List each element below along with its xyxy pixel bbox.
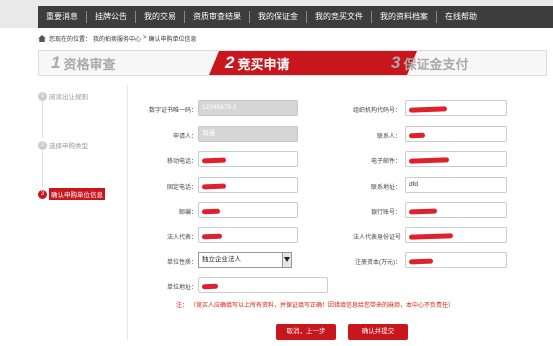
submit-button[interactable]: 确认并提交	[348, 324, 408, 340]
email-label: 电子邮件：	[370, 159, 401, 165]
applicant-input[interactable]: 周通	[198, 126, 298, 142]
note-prefix: 注：	[176, 303, 189, 309]
sub-step-read-rules: 1 阅读出让规则	[38, 91, 88, 101]
nav-item-online-help[interactable]: 在线帮助	[436, 11, 485, 23]
legal-id-label: 法人代表身份证号	[352, 235, 401, 241]
redacted-value	[408, 132, 426, 139]
nav-item-my-transactions[interactable]: 我的交易	[135, 11, 184, 23]
breadcrumb-link[interactable]: 我的拍卖服务中心	[93, 34, 141, 43]
address-label: 联系地址：	[370, 185, 401, 191]
redacted-value	[201, 157, 227, 164]
redacted-value	[408, 106, 448, 113]
nav-item-my-archive[interactable]: 我的资料档案	[371, 11, 436, 23]
applicant-form: 数字证书唯一码： 12345678-1 组织机构代码号： 申请人： 周通 联系人…	[128, 85, 547, 340]
bank-label: 银行账号：	[370, 210, 401, 216]
unit-address-label: 单位地址：	[166, 285, 197, 291]
postcode-input[interactable]	[198, 202, 298, 218]
redacted-value	[408, 157, 450, 164]
unit-type-select[interactable]: 独立企业法人	[198, 252, 292, 268]
redacted-value	[408, 233, 454, 240]
unit-type-label: 单位性质：	[166, 260, 197, 266]
address-input[interactable]: dfd	[405, 177, 507, 193]
breadcrumb-separator: >	[143, 35, 147, 41]
nav-item-my-bid-files[interactable]: 我的竞买文件	[306, 11, 371, 23]
contact-label: 联系人：	[376, 134, 401, 140]
home-icon	[38, 34, 46, 42]
cert-no-label: 数字证书唯一码：	[148, 108, 197, 114]
org-code-label: 组织机构代码号：	[352, 108, 401, 114]
mobile-label: 移动电话：	[166, 159, 197, 165]
landline-label: 固定电话：	[166, 185, 197, 191]
breadcrumb: 您现在的位置： 我的拍卖服务中心 > 确认申购单位信息	[38, 33, 199, 43]
chevron-down-icon[interactable]	[282, 253, 291, 267]
sub-step-confirm-info: 3 确认申购单位信息	[38, 188, 105, 200]
postcode-label: 邮编：	[178, 210, 197, 216]
step-bid-application-active: 2 竞买申请	[209, 51, 417, 75]
redacted-value	[201, 233, 223, 240]
bank-account-input[interactable]	[405, 202, 507, 218]
step-deposit-payment: 3 保证金支付	[391, 53, 469, 72]
redacted-value	[408, 258, 434, 265]
step-progress-bar: 1 资格审查 2 竞买申请 3 保证金支付	[38, 50, 547, 76]
sub-step-list: 1 阅读出让规则 2 选择申购类型 3 确认申购单位信息	[38, 85, 128, 340]
nav-bar: 重要消息 挂牌公告 我的交易 资质审查结果 我的保证金 我的竞买文件 我的资料档…	[38, 6, 553, 28]
landline-input[interactable]	[198, 177, 298, 193]
redacted-value	[201, 283, 219, 290]
sub-step-select-type: 2 选择申购类型	[38, 140, 88, 150]
step-qualification: 1 资格审查	[51, 53, 116, 72]
email-input[interactable]	[405, 151, 507, 167]
cert-no-input[interactable]: 12345678-1	[198, 100, 298, 116]
back-button[interactable]: 取消，上一步	[276, 324, 336, 340]
breadcrumb-prefix: 您现在的位置：	[49, 36, 92, 43]
legal-rep-input[interactable]	[198, 227, 298, 243]
nav-item-important-news[interactable]: 重要消息	[38, 11, 86, 23]
step-connector	[42, 151, 43, 187]
step-connector	[42, 96, 43, 138]
mobile-input[interactable]	[198, 151, 298, 167]
org-code-input[interactable]	[405, 100, 507, 116]
nav-item-listing-notices[interactable]: 挂牌公告	[86, 11, 135, 23]
redacted-value	[201, 183, 227, 190]
applicant-label: 申请人：	[172, 134, 197, 140]
capital-input[interactable]	[405, 252, 507, 268]
unit-address-input[interactable]	[198, 277, 328, 293]
breadcrumb-current: 确认申购单位信息	[148, 36, 197, 43]
capital-label: 注册资本(万元)：	[355, 260, 401, 266]
nav-item-qualification-results[interactable]: 资质审查结果	[184, 11, 249, 23]
note-text: （竞买人应确填写以上所有资料，并保证填写正确！因错填信息给您带来的麻烦，本中心不…	[190, 303, 455, 309]
top-nav: 重要消息 挂牌公告 我的交易 资质审查结果 我的保证金 我的竞买文件 我的资料档…	[0, 0, 553, 28]
legal-rep-label: 法人代表：	[166, 235, 197, 241]
redacted-value	[201, 208, 221, 215]
legal-id-input[interactable]	[405, 227, 507, 243]
nav-item-my-deposit[interactable]: 我的保证金	[249, 11, 306, 23]
redacted-value	[408, 208, 438, 215]
contact-input[interactable]	[405, 126, 507, 142]
